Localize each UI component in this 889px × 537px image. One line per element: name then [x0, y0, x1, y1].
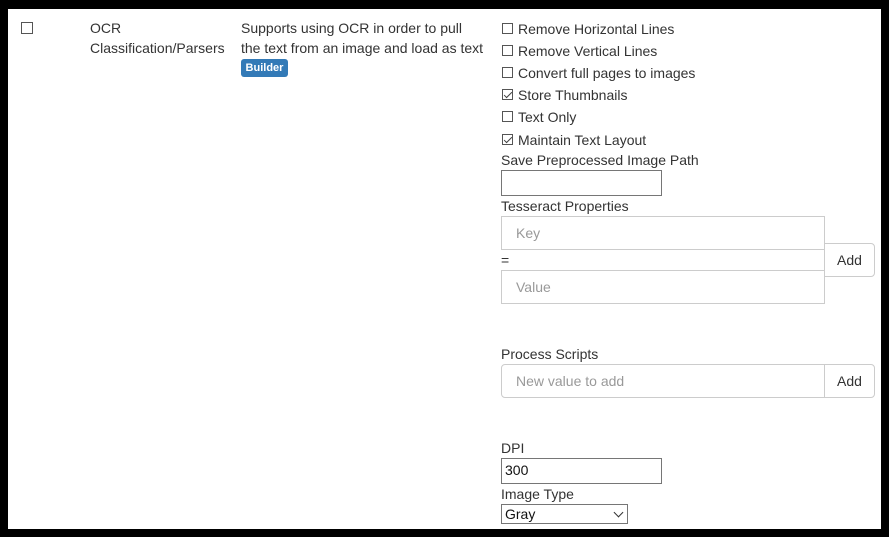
preprocessed-path-input[interactable] [501, 170, 662, 196]
store-thumbnails-checkbox[interactable] [502, 89, 513, 100]
maintain-text-layout-label: Maintain Text Layout [518, 132, 647, 148]
preprocessed-path-label: Save Preprocessed Image Path [501, 152, 699, 168]
description-line2: the text from an image and load as text [241, 40, 484, 56]
text-only-label: Text Only [518, 109, 577, 125]
equals-sign: = [501, 252, 510, 268]
process-scripts-label: Process Scripts [501, 346, 599, 362]
builder-badge: Builder [241, 59, 288, 77]
remove-horizontal-lines-label: Remove Horizontal Lines [518, 21, 675, 37]
parser-description: Supports using OCR in order to pull the … [241, 18, 483, 58]
image-type-selected: Gray [505, 506, 536, 522]
process-scripts-input[interactable]: New value to add [501, 364, 825, 398]
process-scripts-add-button[interactable]: Add [824, 364, 875, 398]
tesseract-add-button[interactable]: Add [824, 243, 875, 277]
parser-name-line1: OCR [90, 20, 122, 36]
chevron-down-icon [613, 507, 624, 518]
convert-full-pages-label: Convert full pages to images [518, 65, 696, 81]
maintain-text-layout-checkbox[interactable] [502, 134, 513, 145]
row-select-checkbox[interactable] [21, 22, 33, 34]
tesseract-key-input[interactable]: Key [501, 216, 825, 250]
dpi-label: DPI [501, 440, 525, 456]
text-only-checkbox[interactable] [502, 111, 513, 122]
image-type-select[interactable]: Gray [501, 504, 628, 524]
settings-panel: OCR Classification/Parsers Supports usin… [8, 9, 881, 529]
check-icon [503, 134, 513, 144]
convert-full-pages-checkbox[interactable] [502, 67, 513, 78]
parser-name: OCR Classification/Parsers [90, 18, 225, 58]
tesseract-properties-label: Tesseract Properties [501, 198, 629, 214]
remove-vertical-lines-checkbox[interactable] [502, 45, 513, 56]
description-line1: Supports using OCR in order to pull [241, 20, 462, 36]
dpi-input[interactable]: 300 [501, 458, 662, 484]
image-type-label: Image Type [501, 486, 574, 502]
tesseract-value-input[interactable]: Value [501, 270, 825, 304]
check-icon [503, 89, 513, 99]
parser-name-line2: Classification/Parsers [90, 40, 225, 56]
remove-vertical-lines-label: Remove Vertical Lines [518, 43, 658, 59]
store-thumbnails-label: Store Thumbnails [518, 87, 628, 103]
remove-horizontal-lines-checkbox[interactable] [502, 23, 513, 34]
